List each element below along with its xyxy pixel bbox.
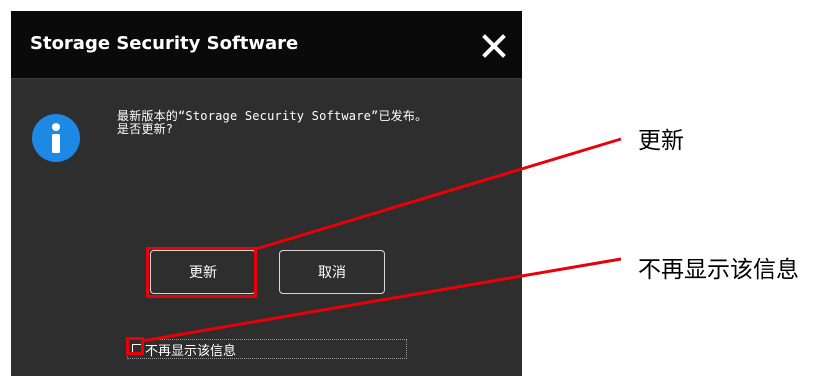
update-callout-line bbox=[255, 137, 622, 251]
callout-lines bbox=[141, 137, 622, 343]
checkbox-callout-label: 不再显示该信息 bbox=[638, 257, 799, 283]
update-callout-label: 更新 bbox=[638, 128, 684, 154]
checkbox-callout-line bbox=[141, 257, 622, 343]
